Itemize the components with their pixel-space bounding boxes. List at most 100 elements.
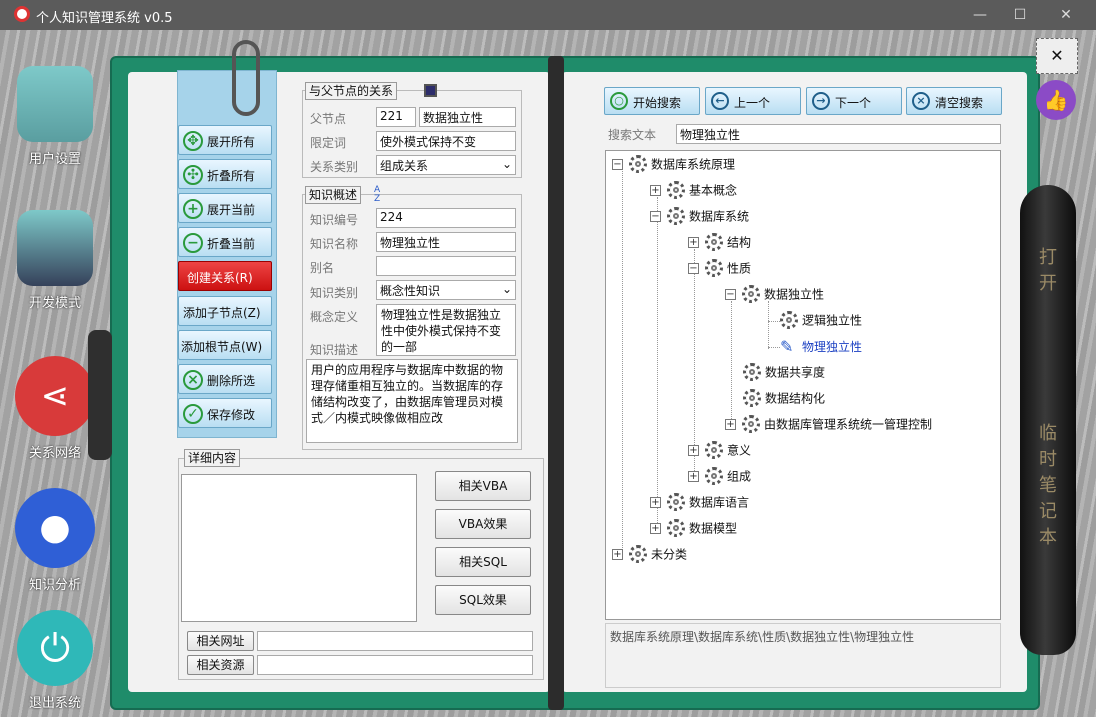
knowledge-name-field[interactable]: 物理独立性 [376, 232, 516, 252]
add-root-node-button[interactable]: 添加根节点(W) [178, 330, 272, 360]
save-disk-icon[interactable] [424, 84, 437, 97]
related-url-field[interactable] [257, 631, 533, 651]
pencil-icon: ✎ [780, 337, 794, 356]
minimize-button[interactable]: — [960, 4, 1000, 26]
pen-notebook-label: 临时笔记本 [1039, 423, 1057, 548]
vba-effect-button[interactable]: VBA效果 [435, 509, 531, 539]
knowledge-tree[interactable]: − 数据库系统原理 + 基本概念 − 数据库系统 + 结构 − 性质 − 数据独立性 逻辑独… [605, 150, 1001, 620]
related-url-button[interactable]: 相关网址 [187, 631, 254, 651]
tree-node[interactable]: − 数据库系统 [650, 207, 749, 227]
related-resource-field[interactable] [257, 655, 533, 675]
expand-current-button[interactable]: + 展开当前 [178, 193, 272, 223]
collapse-current-button[interactable]: − 折叠当前 [178, 227, 272, 257]
gear-icon [780, 311, 798, 329]
exit-system-button[interactable]: ⏻ 退出系统 [10, 610, 100, 711]
gear-icon [629, 545, 647, 563]
gear-icon [705, 259, 723, 277]
tree-node-selected[interactable]: ✎ 物理独立性 [768, 337, 862, 357]
minus-circle-icon: − [183, 233, 203, 253]
gear-icon [705, 467, 723, 485]
relation-type-select[interactable]: 组成关系 ⌄ [376, 155, 516, 175]
tree-node[interactable]: + 结构 [688, 233, 751, 253]
node-path-display: 数据库系统原理\数据库系统\性质\数据独立性\物理独立性 [605, 623, 1001, 688]
pen-open-label: 打开 [1039, 247, 1057, 294]
developer-icon [17, 210, 93, 286]
search-input[interactable]: 物理独立性 [676, 124, 1001, 144]
parent-node-label: 父节点 [310, 112, 347, 126]
definition-field[interactable]: 物理独立性是数据独立性中使外模式保持不变的一部 [376, 304, 516, 356]
tree-node[interactable]: + 数据模型 [650, 519, 737, 539]
definition-label: 概念定义 [310, 310, 359, 324]
x-circle-icon: × [912, 92, 930, 110]
arrow-left-icon: ← [711, 92, 729, 110]
gear-icon [743, 389, 761, 407]
description-field[interactable]: 用户的应用程序与数据库中数据的物理存储重相互独立的。当数据库的存储结构改变了，由… [306, 359, 518, 443]
knowledge-analysis-button[interactable]: ● 知识分析 [10, 488, 100, 593]
user-settings-button[interactable]: 用户设置 [10, 66, 100, 167]
tree-node[interactable]: + 未分类 [612, 545, 687, 565]
related-resource-button[interactable]: 相关资源 [187, 655, 254, 675]
qualifier-field[interactable]: 使外模式保持不变 [376, 131, 516, 151]
parent-name-field[interactable]: 数据独立性 [419, 107, 516, 127]
relation-network-button[interactable]: ⋖ 关系网络 [10, 356, 100, 461]
paperclip-icon [232, 40, 260, 116]
sql-effect-button[interactable]: SQL效果 [435, 585, 531, 615]
knowledge-id-field[interactable]: 224 [376, 208, 516, 228]
related-sql-button[interactable]: 相关SQL [435, 547, 531, 577]
thumbs-up-icon[interactable]: 👍 [1036, 80, 1076, 120]
window-title: 个人知识管理系统 v0.5 [36, 11, 173, 26]
close-window-button[interactable]: ✕ [1046, 4, 1086, 26]
clear-search-button[interactable]: × 清空搜索 [906, 87, 1002, 115]
app-icon [14, 6, 30, 22]
alias-field[interactable] [376, 256, 516, 276]
maximize-button[interactable]: ☐ [1000, 4, 1040, 26]
relation-type-label: 关系类别 [310, 160, 359, 174]
add-child-node-button[interactable]: 添加子节点(Z) [178, 296, 272, 326]
lightbulb-icon: ● [15, 488, 95, 568]
user-settings-icon [17, 66, 93, 142]
gear-icon [629, 155, 647, 173]
expand-arrows-icon: ✥ [183, 131, 203, 151]
description-label: 知识描述 [310, 343, 359, 357]
gear-icon [667, 207, 685, 225]
tree-node[interactable]: 数据共享度 [743, 363, 825, 383]
tree-node[interactable]: + 基本概念 [650, 181, 737, 201]
previous-result-button[interactable]: ← 上一个 [705, 87, 801, 115]
parent-relation-title: 与父节点的关系 [305, 82, 398, 100]
tree-node[interactable]: 数据结构化 [743, 389, 825, 409]
create-relation-button[interactable]: 创建关系(R) [178, 261, 272, 291]
detail-content-title: 详细内容 [184, 449, 241, 467]
chevron-down-icon: ⌄ [501, 157, 512, 171]
qualifier-label: 限定词 [310, 136, 347, 150]
tree-node[interactable]: + 数据库语言 [650, 493, 749, 513]
tree-node[interactable]: + 组成 [688, 467, 751, 487]
tree-node[interactable]: − 数据库系统原理 [612, 155, 735, 175]
knowledge-category-select[interactable]: 概念性知识 ⌄ [376, 280, 516, 300]
detail-content-editor[interactable] [181, 474, 417, 622]
gear-icon [667, 493, 685, 511]
collapse-all-button[interactable]: ✣ 折叠所有 [178, 159, 272, 189]
share-icon: ⋖ [15, 356, 95, 436]
check-circle-icon: ✓ [183, 404, 203, 424]
save-changes-button[interactable]: ✓ 保存修改 [178, 398, 272, 428]
tree-node[interactable]: + 由数据库管理系统统一管理控制 [725, 415, 932, 435]
search-text-label: 搜索文本 [608, 128, 657, 142]
related-vba-button[interactable]: 相关VBA [435, 471, 531, 501]
developer-mode-button[interactable]: 开发模式 [10, 210, 100, 311]
tree-node[interactable]: + 意义 [688, 441, 751, 461]
tree-node[interactable]: − 性质 [688, 259, 751, 279]
sort-az-icon[interactable]: AZ [374, 186, 380, 204]
start-search-button[interactable]: ○ 开始搜索 [604, 87, 700, 115]
expand-all-button[interactable]: ✥ 展开所有 [178, 125, 272, 155]
delete-selected-button[interactable]: × 删除所选 [178, 364, 272, 394]
close-notebook-button[interactable]: ✕ [1036, 38, 1078, 74]
title-bar: 个人知识管理系统 v0.5 — ☐ ✕ [0, 0, 1096, 30]
next-result-button[interactable]: → 下一个 [806, 87, 902, 115]
search-icon: ○ [610, 92, 628, 110]
parent-id-field[interactable]: 221 [376, 107, 416, 127]
temporary-notebook-pen[interactable]: 打开 临时笔记本 [1020, 185, 1076, 655]
gear-icon [705, 233, 723, 251]
plus-circle-icon: + [183, 199, 203, 219]
tree-node[interactable]: 逻辑独立性 [768, 311, 862, 331]
tree-node[interactable]: − 数据独立性 [725, 285, 824, 305]
